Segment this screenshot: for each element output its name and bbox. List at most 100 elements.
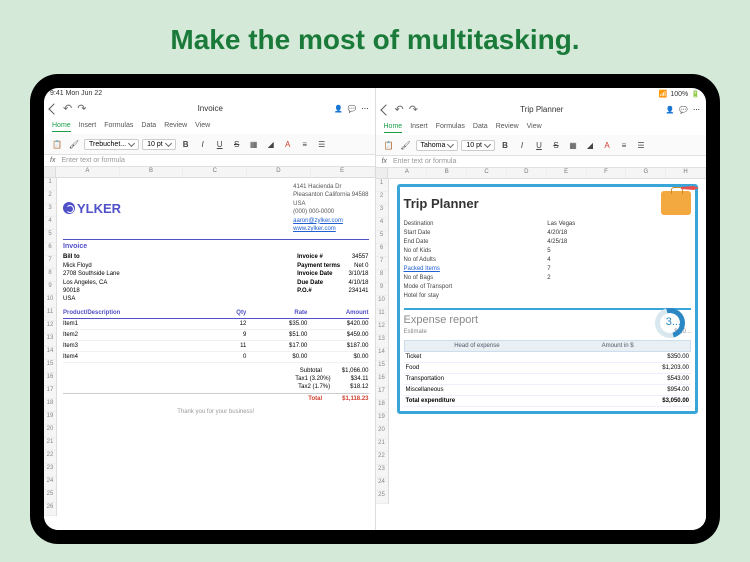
suitcase-icon [661,191,691,215]
more-icon[interactable]: ⋯ [362,105,369,113]
fx-input[interactable]: Enter text or formula [61,157,124,164]
trip-card: Trip Planner DestinationLas VegasStart D… [397,184,699,414]
expense-row[interactable]: Miscellaneous$954.00 [404,385,692,396]
sheet-content[interactable]: Trip Planner DestinationLas VegasStart D… [389,179,707,504]
tab-home[interactable]: Home [384,121,403,133]
strike-button[interactable]: S [549,138,563,152]
trip-field[interactable]: Mode of Transport [404,282,692,291]
tab-home[interactable]: Home [52,120,71,132]
bold-button[interactable]: B [179,137,193,151]
expense-header: Head of expenseAmount in $ [404,340,692,352]
trip-field[interactable]: Start Date4/20/18 [404,228,692,237]
expense-row[interactable]: Transportation$543.00 [404,374,692,385]
tab-view[interactable]: View [195,120,210,132]
font-select[interactable]: Tahoma [416,140,459,151]
text-color-icon[interactable]: A [600,138,614,152]
formula-bar[interactable]: fx Enter text or formula [44,155,375,167]
align-icon[interactable]: ≡ [617,138,631,152]
comment-icon[interactable]: 💬 [348,105,357,113]
tab-formulas[interactable]: Formulas [436,121,465,133]
table-row[interactable]: Item29$51.00$459.00 [63,330,369,341]
undo-icon[interactable]: ↶ [63,102,72,115]
doc-title: Trip Planner [424,105,660,114]
formula-bar[interactable]: fx Enter text or formula [376,156,707,168]
underline-button[interactable]: U [213,137,227,151]
spreadsheet[interactable]: ABCDEFGH 1234567891011121314151617181920… [376,168,707,530]
trip-field[interactable]: DestinationLas Vegas [404,219,692,228]
items-list: Item112$35.00$420.00Item29$51.00$459.00I… [63,319,369,363]
border-icon[interactable]: ▦ [247,137,261,151]
trip-field[interactable]: End Date4/25/18 [404,237,692,246]
trip-field[interactable]: No of Adults4 [404,255,692,264]
tab-formulas[interactable]: Formulas [104,120,133,132]
bold-button[interactable]: B [498,138,512,152]
status-bar: 9:41 Mon Jun 22 [44,88,375,99]
tab-insert[interactable]: Insert [410,121,428,133]
tab-insert[interactable]: Insert [79,120,97,132]
border-icon[interactable]: ▦ [566,138,580,152]
align-icon[interactable]: ≡ [298,137,312,151]
bill-to: Bill to Mick Floyd2708 Southside LaneLos… [63,253,120,303]
tab-review[interactable]: Review [164,120,187,132]
sheet-content[interactable]: YLKER 4141 Hacienda DrPleasanton Califor… [57,178,375,516]
size-select[interactable]: 10 pt [461,140,495,151]
tab-view[interactable]: View [527,121,542,133]
trip-title: Trip Planner [404,196,479,211]
back-icon[interactable] [48,103,59,114]
table-row[interactable]: Item112$35.00$420.00 [63,319,369,330]
paint-icon[interactable]: 🖌 [67,137,81,151]
strike-button[interactable]: S [230,137,244,151]
expense-total: Total expenditure$3,050.00 [404,396,692,407]
share-icon[interactable]: 👤 [666,106,675,114]
items-header: Product/DescriptionQtyRateAmount [63,308,369,319]
ribbon-tabs: Home Insert Formulas Data Review View [376,119,707,135]
italic-button[interactable]: I [196,137,210,151]
fill-icon[interactable]: ◢ [583,138,597,152]
table-row[interactable]: Item40$0.00$0.00 [63,352,369,363]
size-select[interactable]: 10 pt [142,139,176,150]
paint-icon[interactable]: 🖌 [399,138,413,152]
menu-icon[interactable]: ☰ [315,137,329,151]
undo-icon[interactable]: ↶ [395,103,404,116]
expense-rows: Ticket$350.00Food$1,203.00Transportation… [404,352,692,396]
expense-card: 3... Expense report Estimate$4,0... Head… [404,308,692,407]
fx-icon: fx [50,157,55,164]
redo-icon[interactable]: ↷ [409,103,418,116]
fill-icon[interactable]: ◢ [264,137,278,151]
website-link[interactable]: www.zylker.com [293,226,336,232]
font-select[interactable]: Trebuchet... [84,139,139,150]
paste-icon[interactable]: 📋 [50,137,64,151]
italic-button[interactable]: I [515,138,529,152]
trip-field[interactable]: Hotel for stay [404,291,692,300]
more-icon[interactable]: ⋯ [693,106,700,114]
comment-icon[interactable]: 💬 [679,106,688,114]
battery-icon: 🔋 [691,90,700,98]
share-icon[interactable]: 👤 [334,105,343,113]
table-row[interactable]: Item311$17.00$187.00 [63,341,369,352]
fx-icon: fx [382,158,387,165]
menu-icon[interactable]: ☰ [634,138,648,152]
tablet-frame: 9:41 Mon Jun 22 ↶ ↷ Invoice 👤 💬 ⋯ Home I… [30,74,720,544]
tab-data[interactable]: Data [141,120,156,132]
trip-field[interactable]: No of Kids5 [404,246,692,255]
underline-button[interactable]: U [532,138,546,152]
screen: 9:41 Mon Jun 22 ↶ ↷ Invoice 👤 💬 ⋯ Home I… [44,88,706,530]
redo-icon[interactable]: ↷ [77,102,86,115]
expense-row[interactable]: Ticket$350.00 [404,352,692,363]
spreadsheet[interactable]: ABCDE 1234567891011121314151617181920212… [44,167,375,530]
back-icon[interactable] [380,104,391,115]
left-pane: 9:41 Mon Jun 22 ↶ ↷ Invoice 👤 💬 ⋯ Home I… [44,88,376,530]
toolbar: 📋 🖌 Tahoma 10 pt B I U S ▦ ◢ A ≡ ☰ [376,135,707,156]
email-link[interactable]: aaron@zylker.com [293,218,343,224]
trip-field[interactable]: Packed Items7 [404,264,692,273]
paste-icon[interactable]: 📋 [382,138,396,152]
expense-row[interactable]: Food$1,203.00 [404,363,692,374]
status-bar: 📶 100% 🔋 [376,88,707,100]
status-date: Mon Jun 22 [66,90,103,97]
tab-review[interactable]: Review [496,121,519,133]
row-headers: 1234567891011121314151617181920212223242… [376,179,389,504]
tab-data[interactable]: Data [473,121,488,133]
text-color-icon[interactable]: A [281,137,295,151]
fx-input[interactable]: Enter text or formula [393,158,456,165]
trip-field[interactable]: No of Bags2 [404,273,692,282]
